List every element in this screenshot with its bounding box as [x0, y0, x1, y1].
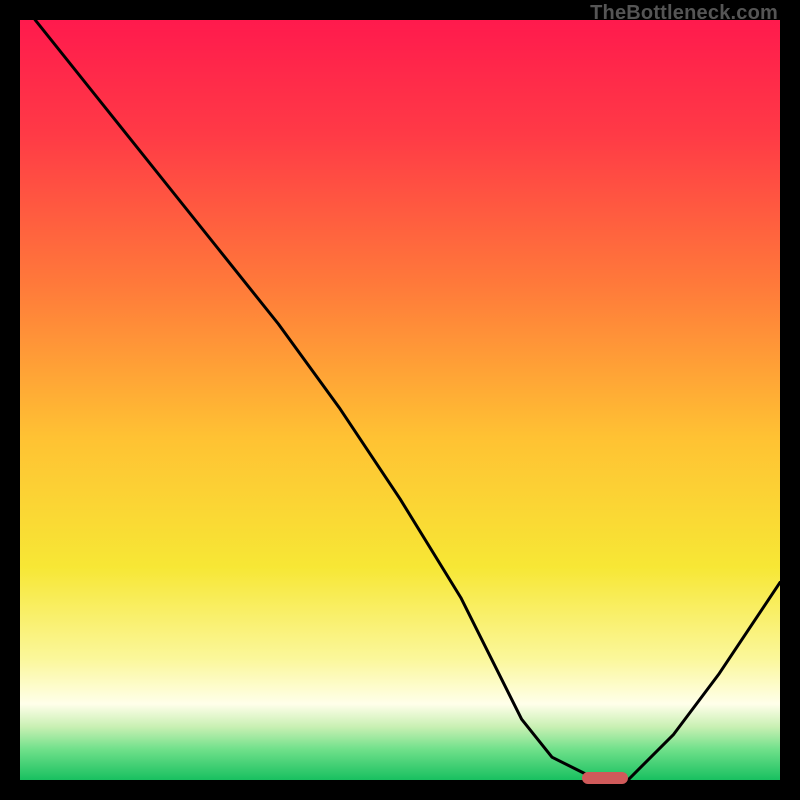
optimal-marker — [582, 772, 628, 784]
plot-area — [20, 20, 780, 780]
chart-frame: TheBottleneck.com — [0, 0, 800, 800]
bottleneck-curve — [20, 20, 780, 780]
